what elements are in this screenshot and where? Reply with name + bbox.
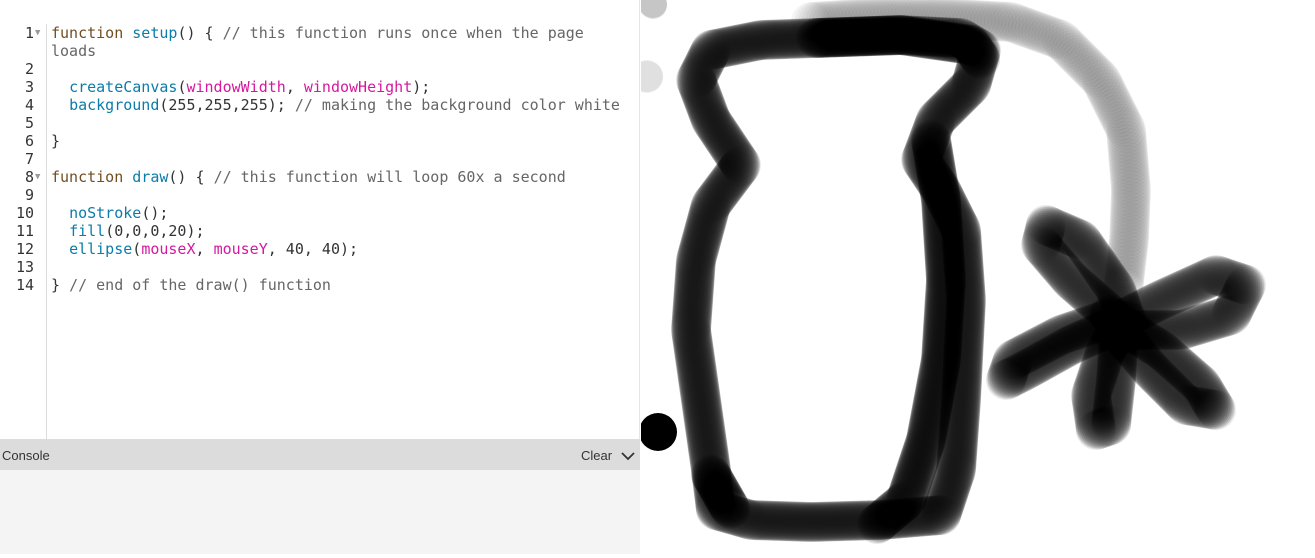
code-token: // this function will loop 60x a second	[213, 168, 566, 186]
code-line[interactable]: 12 ellipse(mouseX, mouseY, 40, 40);	[0, 240, 640, 258]
sketch-canvas[interactable]	[631, 0, 1315, 554]
code-line[interactable]: 8 ▼ function draw() { // this function wil…	[0, 168, 640, 186]
brush-stroke	[639, 0, 667, 19]
line-number: 4	[24, 96, 34, 114]
code-token: mouseY	[213, 240, 268, 258]
code-line[interactable]: 7	[0, 150, 640, 168]
code-line[interactable]: 13	[0, 258, 640, 276]
code-token: () {	[177, 24, 223, 42]
code-text: }	[51, 132, 60, 150]
code-token: // making the background color white	[294, 96, 620, 114]
line-number: 3	[24, 78, 34, 96]
chevron-down-icon[interactable]	[621, 449, 635, 464]
code-editor[interactable]: 1 ▼ function setup() { // this function ru…	[0, 0, 640, 439]
line-number: 1	[24, 24, 34, 42]
code-token: }	[51, 276, 70, 294]
line-number: 5	[24, 114, 34, 132]
code-text: } // end of the draw() function	[51, 276, 331, 294]
console-title: Console	[2, 448, 50, 463]
code-token: ,	[285, 78, 304, 96]
code-token: background	[69, 96, 160, 114]
code-token: (	[132, 240, 142, 258]
code-token: ellipse	[69, 240, 133, 258]
code-text: background(255,255,255); // making the b…	[51, 96, 620, 114]
code-text: noStroke();	[51, 204, 168, 222]
code-line[interactable]: 6}	[0, 132, 640, 150]
code-text: createCanvas(windowWidth, windowHeight);	[51, 78, 430, 96]
code-line[interactable]: 1 ▼ function setup() { // this function ru…	[0, 24, 640, 42]
code-token: windowHeight	[303, 78, 413, 96]
line-number: 9	[24, 186, 34, 204]
line-number: 7	[24, 150, 34, 168]
code-line[interactable]: 3 createCanvas(windowWidth, windowHeight…	[0, 78, 640, 96]
code-token: () {	[168, 168, 214, 186]
code-text: ellipse(mouseX, mouseY, 40, 40);	[51, 240, 358, 258]
brush-stroke	[631, 60, 663, 93]
code-text: function draw() { // this function will …	[51, 168, 566, 186]
code-token: // end of the draw() function	[69, 276, 331, 294]
code-line[interactable]: 2	[0, 60, 640, 78]
code-line[interactable]: 4 background(255,255,255); // making the…	[0, 96, 640, 114]
code-token: createCanvas	[69, 78, 178, 96]
code-token: ,	[195, 240, 214, 258]
code-line[interactable]: 10 noStroke();	[0, 204, 640, 222]
code-token: fill	[69, 222, 106, 240]
code-token: , 40, 40);	[267, 240, 359, 258]
code-token: loads	[51, 42, 97, 60]
line-number: 14	[15, 276, 34, 294]
code-token: function	[51, 24, 133, 42]
code-text: loads	[51, 42, 96, 60]
line-number: 10	[15, 204, 34, 222]
code-token: (0,0,0,20);	[105, 222, 205, 240]
line-number: 11	[15, 222, 34, 240]
code-token: draw	[132, 168, 169, 186]
ink-blot	[639, 413, 677, 451]
fold-triangle-icon[interactable]: ▼	[35, 24, 40, 42]
code-line[interactable]: 9	[0, 186, 640, 204]
code-token: }	[51, 132, 61, 150]
code-token: noStroke	[69, 204, 142, 222]
line-number: 12	[15, 240, 34, 258]
code-text: function setup() { // this function runs…	[51, 24, 584, 42]
drawing-surface	[631, 0, 1266, 545]
line-number: 2	[24, 60, 34, 78]
line-number: 8	[24, 168, 34, 186]
code-text: fill(0,0,0,20);	[51, 222, 205, 240]
code-token: );	[412, 78, 431, 96]
code-line[interactable]: loads	[0, 42, 640, 60]
code-token: setup	[132, 24, 178, 42]
code-token: // this function runs once when the page	[222, 24, 584, 42]
clear-console-button[interactable]: Clear	[581, 448, 612, 463]
code-token: windowWidth	[186, 78, 286, 96]
console-header: Console Clear	[0, 439, 640, 470]
console-output	[0, 470, 640, 554]
code-lines[interactable]: 1 ▼ function setup() { // this function ru…	[0, 24, 640, 294]
code-line[interactable]: 11 fill(0,0,0,20);	[0, 222, 640, 240]
code-line[interactable]: 5	[0, 114, 640, 132]
line-number: 6	[24, 132, 34, 150]
code-line[interactable]: 14} // end of the draw() function	[0, 276, 640, 294]
fold-triangle-icon[interactable]: ▼	[35, 168, 40, 186]
code-token: mouseX	[141, 240, 196, 258]
code-token: ();	[141, 204, 169, 222]
code-token: (255,255,255);	[159, 96, 295, 114]
code-token: function	[51, 168, 133, 186]
line-number: 13	[15, 258, 34, 276]
